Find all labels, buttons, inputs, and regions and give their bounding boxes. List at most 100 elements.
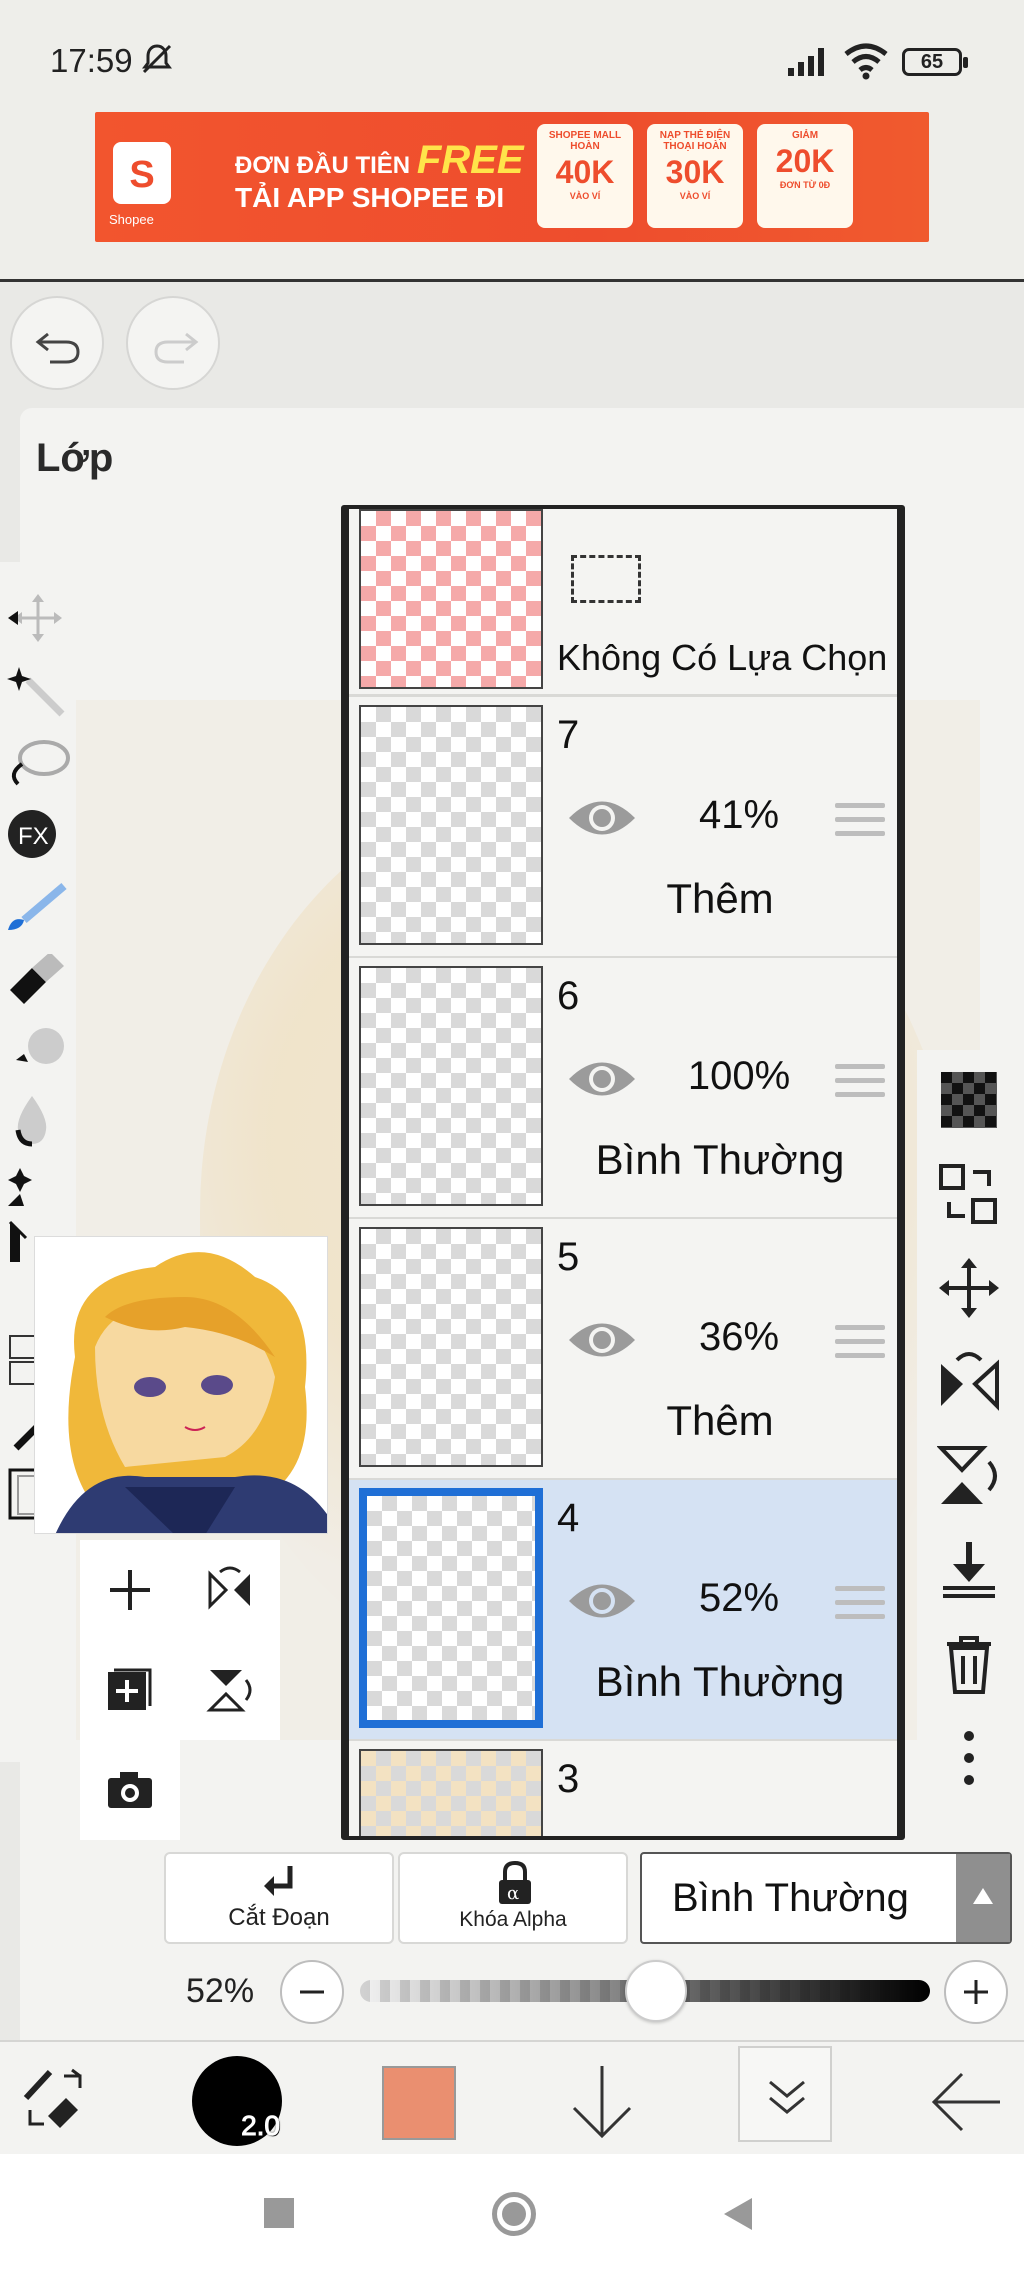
system-navigation-bar (0, 2154, 1024, 2276)
undo-button[interactable] (10, 296, 104, 390)
dropdown-arrow-icon[interactable] (956, 1854, 1010, 1942)
alpha-lock-label: Khóa Alpha (459, 1908, 567, 1931)
layer-row[interactable]: 3 (349, 1741, 897, 1836)
eye-visibility-icon[interactable] (567, 1056, 637, 1102)
camera-icon (108, 1772, 152, 1808)
ad-brand: Shopee (109, 212, 154, 227)
move-icon[interactable] (937, 1256, 1001, 1320)
home-button[interactable] (492, 2192, 536, 2236)
svg-text:α: α (507, 1883, 519, 1904)
lock-icon: α (499, 1860, 531, 1904)
trash-icon[interactable] (937, 1632, 1001, 1696)
fill-bucket-icon[interactable] (6, 1156, 70, 1212)
layer-number: 5 (557, 1235, 580, 1279)
back-nav-icon[interactable] (722, 2196, 754, 2232)
plus-icon (964, 1980, 988, 2004)
eye-visibility-icon[interactable] (567, 1578, 637, 1624)
eye-visibility-icon[interactable] (567, 795, 637, 841)
layer-list[interactable]: Không Có Lựa Chọn 7 41% Thêm 6 100% Bình… (341, 505, 905, 1840)
voucher-sub: ĐƠN TỪ 0Đ (779, 180, 831, 190)
layer-row[interactable]: 7 41% Thêm (349, 697, 897, 959)
move-tool-icon[interactable] (6, 590, 70, 646)
plus-icon (110, 1570, 150, 1610)
layer-row-selected[interactable]: 4 52% Bình Thường (349, 1480, 897, 1742)
add-layer-icon (108, 1668, 152, 1710)
arrow-down-icon[interactable] (566, 2062, 638, 2142)
smudge-icon[interactable] (6, 1024, 70, 1080)
eraser-icon[interactable] (6, 954, 70, 1010)
redo-button[interactable] (126, 296, 220, 390)
brush-size-value: 2.0 (241, 2110, 281, 2142)
back-arrow-icon[interactable] (930, 2070, 1002, 2134)
add-layer-copy-button[interactable] (80, 1640, 180, 1740)
layer-number: 4 (557, 1496, 580, 1540)
voucher-value: 40K (555, 154, 615, 190)
ad-headline: ĐƠN ĐẦU TIÊN FREE (235, 138, 524, 183)
left-toolbar: FX (0, 562, 76, 1762)
layer-row[interactable]: 6 100% Bình Thường (349, 958, 897, 1220)
blend-mode-select[interactable]: Bình Thường (640, 1852, 1012, 1944)
brush-eraser-switch-icon[interactable] (20, 2066, 96, 2134)
ad-free-text: FREE (416, 138, 524, 182)
clip-arrow-icon (264, 1866, 293, 1896)
blur-drop-icon[interactable] (6, 1092, 70, 1148)
flip-horizontal-button[interactable] (180, 1540, 280, 1640)
transform-layer-icon[interactable] (937, 1162, 1001, 1226)
selection-layer[interactable]: Không Có Lựa Chọn (349, 509, 897, 697)
flip-vertical-button[interactable] (180, 1640, 280, 1740)
ad-line1-prefix: ĐƠN ĐẦU TIÊN (235, 152, 411, 179)
layer-number: 6 (557, 974, 580, 1018)
opacity-slider-thumb[interactable] (625, 1960, 688, 2022)
drag-handle-icon[interactable] (835, 1325, 885, 1363)
add-layer-button[interactable] (80, 1540, 180, 1640)
color-swatch-button[interactable] (382, 2066, 456, 2140)
opacity-decrease-button[interactable] (280, 1960, 344, 2024)
checkerboard-icon[interactable] (937, 1068, 1001, 1132)
panel-title: Lớp (36, 436, 114, 480)
layer-opacity: 100% (687, 1054, 791, 1098)
opacity-label: 52% (186, 1972, 255, 2010)
clipping-button[interactable]: Cắt Đoạn (164, 1852, 394, 1944)
flip-vertical-icon[interactable] (937, 1444, 1001, 1508)
bell-muted-icon (142, 44, 172, 74)
status-bar: 17:59 65 (0, 0, 1024, 112)
ad-container: S Shopee ĐƠN ĐẦU TIÊN FREE TẢI APP SHOPE… (0, 112, 1024, 282)
eye-visibility-icon[interactable] (567, 1317, 637, 1363)
layer-number: 7 (557, 713, 580, 757)
voucher-sub: VÀO VÍ (569, 191, 601, 201)
layer-opacity: 36% (698, 1315, 780, 1359)
recents-button[interactable] (264, 2198, 294, 2228)
blend-mode-value: Bình Thường (672, 1876, 909, 1920)
status-time: 17:59 (50, 42, 133, 79)
preview-artwork (35, 1237, 327, 1533)
layer-opacity: 41% (698, 793, 780, 837)
drag-handle-icon[interactable] (835, 1064, 885, 1102)
redo-icon (154, 332, 199, 364)
lasso-icon[interactable] (6, 734, 70, 790)
fx-filter-icon[interactable]: FX (6, 806, 70, 862)
wifi-icon (844, 43, 888, 80)
layer-thumbnail (359, 1227, 543, 1467)
magic-wand-icon[interactable] (6, 662, 70, 718)
ad-voucher: GIẢM 20K ĐƠN TỪ 0Đ (757, 124, 853, 228)
drag-handle-icon[interactable] (835, 803, 885, 841)
layer-row[interactable]: 5 36% Thêm (349, 1219, 897, 1481)
more-options-icon[interactable] (937, 1726, 1001, 1790)
opacity-increase-button[interactable] (944, 1960, 1008, 2024)
ad-voucher: SHOPEE MALL HOÀN 40K VÀO VÍ (537, 124, 633, 228)
import-photo-button[interactable] (80, 1740, 180, 1840)
voucher-title: GIẢM (791, 130, 819, 141)
alpha-lock-button[interactable]: α Khóa Alpha (398, 1852, 628, 1944)
drag-handle-icon[interactable] (835, 1586, 885, 1624)
merge-down-icon[interactable] (937, 1538, 1001, 1602)
bottom-toolbar: 2.0 (0, 2040, 1024, 2154)
brush-size-button[interactable]: 2.0 (192, 2056, 282, 2146)
flip-horizontal-icon[interactable] (937, 1350, 1001, 1414)
collapse-toolbar-button[interactable] (738, 2046, 832, 2142)
layer-thumbnail (359, 509, 543, 689)
selection-label: Không Có Lựa Chọn (557, 637, 888, 678)
layer-blend-mode: Thêm (666, 1397, 774, 1444)
ad-banner[interactable]: S Shopee ĐƠN ĐẦU TIÊN FREE TẢI APP SHOPE… (95, 112, 929, 242)
brush-icon[interactable] (6, 880, 70, 936)
ad-subline: TẢI APP SHOPEE ĐI (235, 182, 505, 213)
